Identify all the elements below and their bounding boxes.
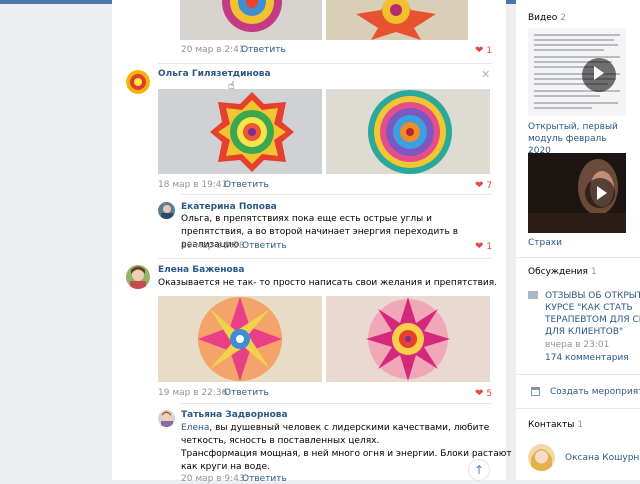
like-count: 5 <box>486 389 493 399</box>
heart-icon: ❤ <box>475 180 484 191</box>
discussion-time: вчера в 23:01 <box>545 340 610 350</box>
discussion-icon <box>528 291 538 299</box>
like-button[interactable]: ❤ 5 <box>475 388 492 399</box>
reply-link[interactable]: Ответить <box>224 180 269 190</box>
play-icon[interactable] <box>585 178 615 208</box>
like-count: 1 <box>486 242 493 252</box>
divider <box>516 408 640 409</box>
comment-author[interactable]: Екатерина Попова <box>181 202 277 212</box>
video-title-link[interactable]: Открытый, первый модуль февраль 2020 <box>528 121 628 157</box>
comment-text-line: Трансформация мощная, в ней много огня и… <box>181 449 512 459</box>
divider <box>516 374 640 375</box>
avatar[interactable] <box>158 202 175 219</box>
attached-photo-mandala[interactable] <box>180 0 322 40</box>
close-icon[interactable]: ✕ <box>481 68 490 81</box>
topic-line: ДЛЯ КЛИЕНТОВ" <box>545 327 624 337</box>
topic-line: ТЕРАПЕВТОМ ДЛЯ СЕБЯ И <box>545 315 640 325</box>
divider <box>181 194 492 195</box>
comment-text-line: четкость, ясность в поставленных целях. <box>181 436 380 446</box>
mention-link[interactable]: Елена <box>181 423 209 433</box>
discussion-comments-link[interactable]: 174 комментария <box>545 353 629 363</box>
discussion-topic-link[interactable]: ОТЗЫВЫ ОБ ОТКРЫТОМ КУРСЕ "КАК СТАТЬ ТЕРА… <box>545 290 640 338</box>
like-button[interactable]: ❤ 1 <box>475 45 492 56</box>
section-count: 2 <box>560 13 567 23</box>
like-count: 1 <box>486 46 493 56</box>
reply-link[interactable]: Ответить <box>242 474 287 484</box>
video-title-link[interactable]: Страхи <box>528 238 562 248</box>
topic-line: ОТЗЫВЫ ОБ ОТКРЫТОМ <box>545 291 640 301</box>
create-event-button[interactable]: Создать мероприятие <box>550 387 640 397</box>
avatar[interactable] <box>158 410 175 427</box>
comment-date: 19 мар в 22:36 <box>158 388 228 398</box>
attached-photo-mandala[interactable] <box>158 296 322 382</box>
section-title: Контакты <box>528 420 575 430</box>
like-button[interactable]: ❤ 1 <box>475 241 492 252</box>
like-button[interactable]: ❤ 7 <box>475 180 492 191</box>
avatar[interactable] <box>126 70 150 94</box>
section-count: 1 <box>590 267 597 277</box>
section-title: Обсуждения <box>528 267 588 277</box>
section-title: Видео <box>528 13 558 23</box>
attached-photo-mandala[interactable] <box>158 89 322 174</box>
comment-author[interactable]: Елена Баженова <box>158 265 244 275</box>
divider <box>516 257 640 258</box>
comment-text-line: , вы душевный человек с лидерскими качес… <box>209 423 490 433</box>
section-count: 1 <box>577 420 584 430</box>
divider <box>158 258 492 259</box>
scroll-up-button[interactable]: ↑ <box>468 459 490 481</box>
contact-name-link[interactable]: Оксана Кошурникова <box>565 453 640 463</box>
attached-photo-mandala[interactable] <box>326 0 468 40</box>
attached-photo-mandala[interactable] <box>326 296 490 382</box>
video-section-header[interactable]: Видео 2 <box>528 13 566 23</box>
comment-author[interactable]: Ольга Гилязетдинова <box>158 69 271 79</box>
heart-icon: ❤ <box>475 241 484 252</box>
discussions-section-header[interactable]: Обсуждения 1 <box>528 267 597 277</box>
reply-link[interactable]: Ответить <box>242 241 287 251</box>
comment-text: Оказывается не так- то просто написать с… <box>158 278 498 288</box>
avatar[interactable] <box>126 265 150 289</box>
comment-author[interactable]: Татьяна Задворнова <box>181 410 288 420</box>
attached-photo-mandala[interactable] <box>326 89 490 174</box>
comment-date: 19 мар в 9:58 <box>181 241 245 251</box>
like-count: 7 <box>486 181 493 191</box>
arrow-up-icon: ↑ <box>473 463 485 477</box>
divider <box>158 63 492 64</box>
comment-text: Елена, вы душевный человек с лидерскими … <box>181 422 512 474</box>
contacts-section-header[interactable]: Контакты 1 <box>528 420 583 430</box>
comment-date: 20 мар в 2:41 <box>181 45 245 55</box>
play-icon[interactable] <box>582 58 616 92</box>
reply-link[interactable]: Ответить <box>241 45 286 55</box>
heart-icon: ❤ <box>475 388 484 399</box>
avatar[interactable] <box>528 444 555 471</box>
topic-line: КУРСЕ "КАК СТАТЬ <box>545 303 633 313</box>
divider <box>181 403 492 404</box>
reply-link[interactable]: Ответить <box>224 388 269 398</box>
comment-date: 20 мар в 9:43 <box>181 474 245 484</box>
heart-icon: ❤ <box>475 45 484 56</box>
comment-date: 18 мар в 19:41 <box>158 180 228 190</box>
calendar-icon <box>531 387 540 396</box>
comment-text-line: как круги на воде. <box>181 462 270 472</box>
